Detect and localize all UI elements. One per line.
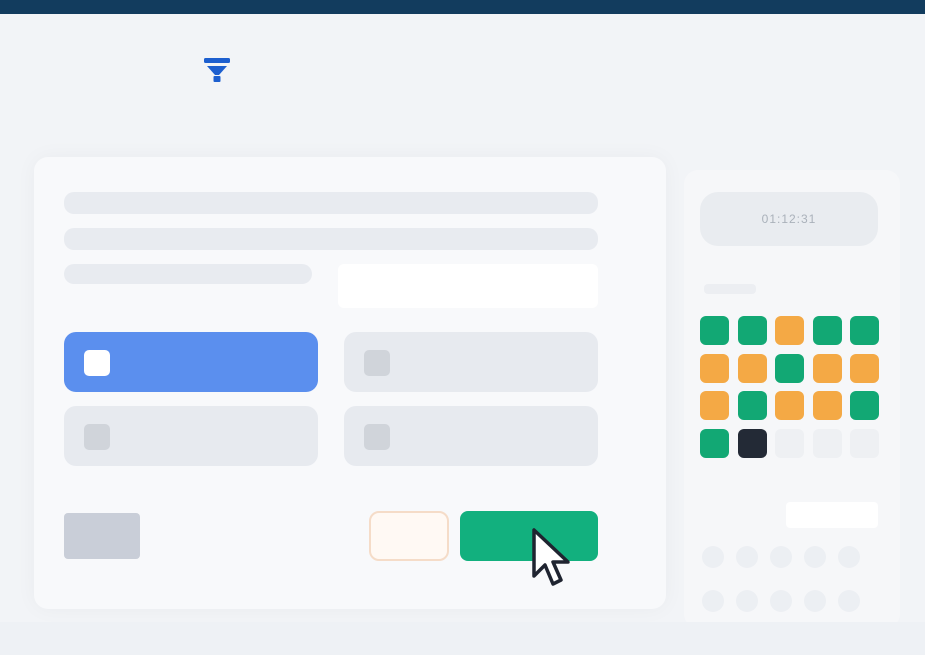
option-checkbox-icon — [84, 350, 110, 376]
palette-question-5[interactable] — [850, 316, 879, 345]
palette-question-15[interactable] — [850, 391, 879, 420]
palette-question-16[interactable] — [700, 428, 729, 458]
palette-question-18[interactable] — [775, 428, 804, 458]
legend-dot — [736, 590, 758, 612]
palette-question-8[interactable] — [775, 353, 804, 383]
top-header-bar — [0, 0, 925, 14]
option-checkbox-icon — [364, 424, 390, 450]
question-prompt-box — [338, 264, 598, 308]
question-text-line-1 — [64, 192, 598, 214]
palette-question-7[interactable] — [737, 353, 767, 383]
answer-option-a[interactable] — [64, 332, 318, 392]
palette-question-2[interactable] — [737, 316, 767, 345]
option-checkbox-icon — [364, 350, 390, 376]
palette-question-9[interactable] — [812, 353, 842, 383]
legend-dot — [702, 590, 724, 612]
palette-question-13[interactable] — [775, 391, 804, 420]
answer-option-d[interactable] — [344, 406, 598, 466]
palette-question-17[interactable] — [737, 428, 767, 458]
palette-question-14[interactable] — [812, 391, 842, 420]
mouse-pointer-icon — [532, 528, 570, 586]
legend-dot — [770, 590, 792, 612]
palette-question-6[interactable] — [700, 353, 729, 383]
countdown-timer: 01:12:31 — [700, 192, 878, 246]
palette-question-11[interactable] — [700, 391, 729, 420]
palette-question-3[interactable] — [775, 316, 804, 345]
legend-box — [786, 502, 878, 528]
palette-question-20[interactable] — [850, 428, 879, 458]
legend-dot — [838, 546, 860, 568]
palette-question-4[interactable] — [812, 316, 842, 345]
option-checkbox-icon — [84, 424, 110, 450]
funnel-logo-icon — [204, 58, 230, 82]
legend-dot — [804, 546, 826, 568]
question-text-line-3 — [64, 264, 312, 284]
legend-dot — [804, 590, 826, 612]
question-text-line-2 — [64, 228, 598, 250]
answer-option-b[interactable] — [344, 332, 598, 392]
legend-dot — [702, 546, 724, 568]
palette-heading — [704, 284, 756, 294]
previous-button[interactable] — [64, 513, 140, 559]
legend-dot — [736, 546, 758, 568]
palette-question-12[interactable] — [737, 391, 767, 420]
legend-dot — [838, 590, 860, 612]
footer-strip — [0, 622, 925, 655]
legend-dot — [770, 546, 792, 568]
palette-question-1[interactable] — [700, 316, 729, 345]
skip-button[interactable] — [369, 511, 449, 561]
answer-option-c[interactable] — [64, 406, 318, 466]
palette-question-10[interactable] — [850, 353, 879, 383]
palette-question-19[interactable] — [812, 428, 842, 458]
